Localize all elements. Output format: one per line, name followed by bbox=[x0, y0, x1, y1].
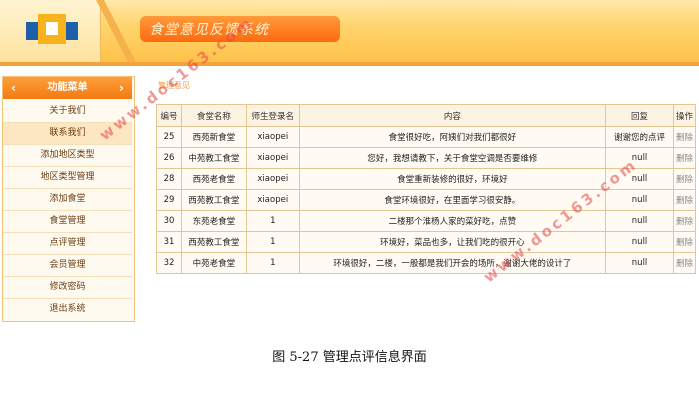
cell-canteen: 西苑教工食堂 bbox=[180, 189, 247, 211]
menu-title: 功能菜单 bbox=[47, 82, 88, 93]
table-row: 29 西苑教工食堂 xiaopei 食堂环境很好，在里面学习很安静。 null … bbox=[156, 189, 697, 211]
cell-id: 28 bbox=[156, 168, 182, 190]
col-header-content: 内容 bbox=[298, 104, 607, 127]
delete-link[interactable]: 删除 bbox=[672, 231, 697, 253]
cell-id: 26 bbox=[156, 147, 182, 169]
cell-content: 环境好，菜品也多，让我们吃的很开心 bbox=[298, 231, 607, 253]
cell-login: 1 bbox=[245, 231, 300, 253]
cell-id: 30 bbox=[156, 210, 182, 232]
cell-reply: null bbox=[605, 252, 674, 274]
header-divider-icon bbox=[96, 0, 136, 62]
delete-link[interactable]: 删除 bbox=[672, 147, 697, 169]
col-header-login: 师生登录名 bbox=[245, 104, 300, 127]
cell-reply: 谢谢您的点评 bbox=[605, 126, 674, 148]
cell-content: 您好，我想请教下，关于食堂空调是否要维修 bbox=[298, 147, 607, 169]
cell-login: xiaopei bbox=[245, 189, 300, 211]
cell-login: xiaopei bbox=[245, 126, 300, 148]
cell-canteen: 中苑教工食堂 bbox=[180, 147, 247, 169]
app-logo-icon bbox=[26, 14, 78, 46]
cell-id: 32 bbox=[156, 252, 182, 274]
table-row: 30 东苑老食堂 1 二楼那个淮杨人家的菜好吃，点赞 null 删除 bbox=[156, 210, 697, 232]
sidebar: ‹ 功能菜单 › 关于我们 联系我们 添加地区类型 地区类型管理 添加食堂 食堂… bbox=[2, 76, 135, 322]
cell-reply: null bbox=[605, 231, 674, 253]
delete-link[interactable]: 删除 bbox=[672, 189, 697, 211]
chevron-left-icon[interactable]: ‹ bbox=[11, 77, 16, 99]
delete-link[interactable]: 删除 bbox=[672, 126, 697, 148]
sidebar-item-canteen-manage[interactable]: 食堂管理 bbox=[3, 211, 132, 233]
cell-content: 食堂重新装修的很好，环境好 bbox=[298, 168, 607, 190]
cell-canteen: 西苑教工食堂 bbox=[180, 231, 247, 253]
sidebar-item-review-manage[interactable]: 点评管理 bbox=[3, 233, 132, 255]
cell-canteen: 西苑新食堂 bbox=[180, 126, 247, 148]
cell-content: 食堂环境很好，在里面学习很安静。 bbox=[298, 189, 607, 211]
cell-content: 食堂很好吃，阿姨们对我们都很好 bbox=[298, 126, 607, 148]
header-divider bbox=[0, 62, 699, 66]
cell-canteen: 西苑老食堂 bbox=[180, 168, 247, 190]
figure-caption: 图 5-27 管理点评信息界面 bbox=[272, 350, 427, 365]
cell-id: 29 bbox=[156, 189, 182, 211]
cell-reply: null bbox=[605, 210, 674, 232]
table-header-row: 编号 食堂名称 师生登录名 内容 回复 操作 bbox=[156, 104, 697, 127]
menu-header[interactable]: ‹ 功能菜单 › bbox=[3, 77, 132, 99]
col-header-reply: 回复 bbox=[605, 104, 674, 127]
cell-canteen: 中苑老食堂 bbox=[180, 252, 247, 274]
cell-canteen: 东苑老食堂 bbox=[180, 210, 247, 232]
cell-content: 环境很好，二楼，一般都是我们开会的场所，谢谢大佬的设计了 bbox=[298, 252, 607, 274]
chevron-right-icon[interactable]: › bbox=[119, 77, 124, 99]
delete-link[interactable]: 删除 bbox=[672, 168, 697, 190]
table-row: 25 西苑新食堂 xiaopei 食堂很好吃，阿姨们对我们都很好 谢谢您的点评 … bbox=[156, 126, 697, 148]
cell-login: xiaopei bbox=[245, 147, 300, 169]
col-header-canteen: 食堂名称 bbox=[180, 104, 247, 127]
sidebar-item-add-canteen[interactable]: 添加食堂 bbox=[3, 189, 132, 211]
cell-login: xiaopei bbox=[245, 168, 300, 190]
cell-id: 31 bbox=[156, 231, 182, 253]
cell-reply: null bbox=[605, 189, 674, 211]
cell-login: 1 bbox=[245, 252, 300, 274]
sidebar-item-member-manage[interactable]: 会员管理 bbox=[3, 255, 132, 277]
sidebar-item-change-password[interactable]: 修改密码 bbox=[3, 277, 132, 299]
table-row: 31 西苑教工食堂 1 环境好，菜品也多，让我们吃的很开心 null 删除 bbox=[156, 231, 697, 253]
table-row: 32 中苑老食堂 1 环境很好，二楼，一般都是我们开会的场所，谢谢大佬的设计了 … bbox=[156, 252, 697, 274]
cell-login: 1 bbox=[245, 210, 300, 232]
delete-link[interactable]: 删除 bbox=[672, 252, 697, 274]
cell-id: 25 bbox=[156, 126, 182, 148]
col-header-op: 操作 bbox=[672, 104, 697, 127]
delete-link[interactable]: 删除 bbox=[672, 210, 697, 232]
app-header: 食堂意见反馈系统 bbox=[0, 0, 699, 62]
logo-panel bbox=[0, 0, 101, 62]
sidebar-item-region-type-manage[interactable]: 地区类型管理 bbox=[3, 167, 132, 189]
col-header-id: 编号 bbox=[156, 104, 182, 127]
sidebar-item-add-region-type[interactable]: 添加地区类型 bbox=[3, 145, 132, 167]
sidebar-item-logout[interactable]: 退出系统 bbox=[3, 299, 132, 320]
